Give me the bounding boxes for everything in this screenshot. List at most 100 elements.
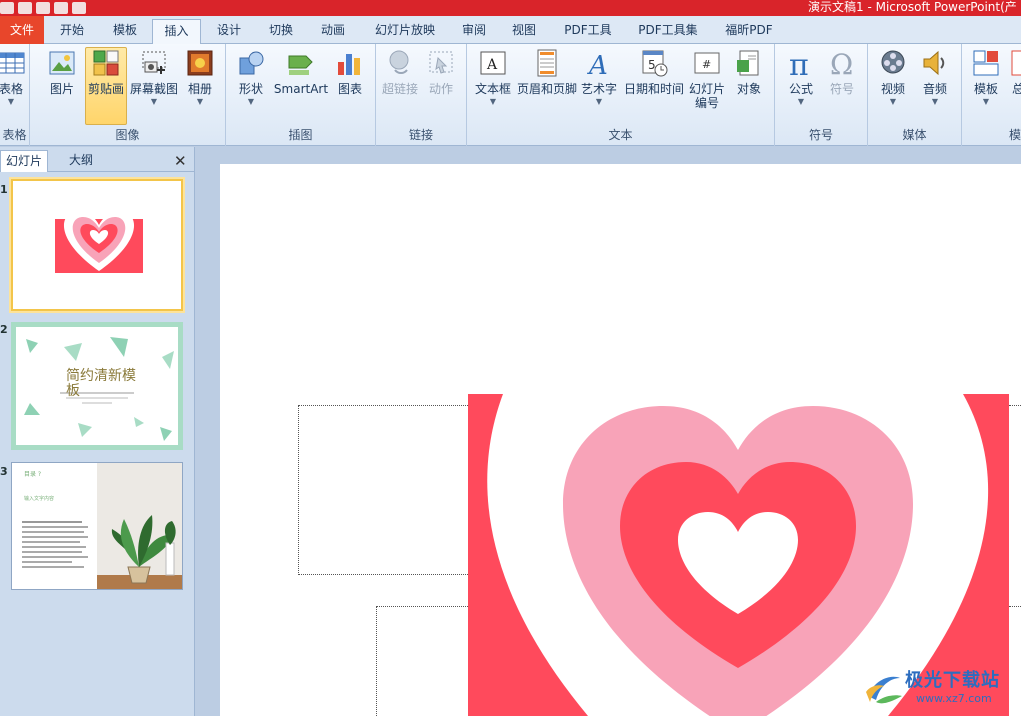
chevron-down-icon: ▼ [595, 97, 603, 106]
chevron-down-icon: ▼ [150, 97, 158, 106]
textbox-button[interactable]: A 文本框 ▼ [473, 48, 513, 106]
overall-button[interactable]: 总 [1008, 48, 1021, 96]
plant-photo-image [22, 463, 182, 589]
header-footer-button[interactable]: 页眉和页脚 [515, 48, 579, 96]
tab-outline[interactable]: 大纲 [56, 150, 106, 172]
slide-thumbnail-3[interactable]: 目录 ? 输入文字内容 [11, 462, 183, 590]
quick-access-toolbar [0, 0, 90, 16]
overall-icon [1011, 50, 1021, 76]
heart-thumbnail-image [55, 211, 143, 273]
picture-icon [49, 51, 75, 75]
slide-number: 3 [0, 465, 8, 478]
tab-slides[interactable]: 幻灯片 [0, 150, 48, 172]
slides-panel: 幻灯片 大纲 ✕ 1 2 简约清新模 板 3 目录 ? 输入文字内容 [0, 147, 195, 716]
speaker-icon [923, 50, 945, 76]
svg-text:A: A [587, 51, 608, 78]
tab-review[interactable]: 审阅 [452, 19, 496, 44]
chevron-down-icon: ▼ [7, 97, 15, 106]
tab-view[interactable]: 视图 [502, 19, 546, 44]
tab-transitions[interactable]: 切换 [259, 19, 303, 44]
slide-number-button[interactable]: # 幻灯片 编号 [687, 48, 727, 110]
group-text: A 文本框 ▼ 页眉和页脚 A 艺术字 ▼ 5 日期和时间 # 幻灯片 编号 对… [467, 44, 775, 146]
album-button[interactable]: 相册 ▼ [182, 48, 218, 106]
undo-icon[interactable] [36, 2, 50, 14]
chevron-down-icon: ▼ [489, 97, 497, 106]
tab-foxit-pdf[interactable]: 福昕PDF [716, 19, 782, 44]
tab-slideshow[interactable]: 幻灯片放映 [366, 19, 444, 44]
tab-file[interactable]: 文件 [0, 16, 44, 44]
placeholder-border-right [1009, 405, 1021, 406]
group-label-template: 模 [1008, 128, 1021, 142]
chevron-down-icon: ▼ [797, 97, 805, 106]
slide-thumbnail-2[interactable]: 简约清新模 板 [11, 322, 183, 450]
action-button[interactable]: 动作 [424, 48, 458, 96]
equation-button[interactable]: π 公式 ▼ [781, 48, 821, 106]
chevron-down-icon: ▼ [247, 97, 255, 106]
tab-animations[interactable]: 动画 [311, 19, 355, 44]
svg-text:Ω: Ω [830, 48, 853, 78]
group-media: 视频 ▼ 音频 ▼ 媒体 [868, 44, 962, 146]
save-icon[interactable] [18, 2, 32, 14]
group-label-illustrations: 插图 [288, 128, 313, 142]
screenshot-button[interactable]: 屏幕截图 ▼ [128, 48, 180, 106]
group-table: 表格 ▼ 表格 [0, 44, 30, 146]
group-label-symbols: 符号 [808, 128, 833, 142]
group-symbols: π 公式 ▼ Ω 符号 符号 [775, 44, 868, 146]
slide-number-icon: # [694, 52, 720, 74]
group-images: 图片 剪贴画 屏幕截图 ▼ 相册 ▼ 图像 [30, 44, 226, 146]
svg-text:#: # [702, 58, 711, 71]
chevron-down-icon: ▼ [889, 97, 897, 106]
group-label-images: 图像 [115, 128, 140, 142]
ribbon-tabs: 文件 开始 模板 插入 设计 切换 动画 幻灯片放映 审阅 视图 PDF工具 P… [0, 16, 1021, 45]
tab-home[interactable]: 开始 [50, 19, 94, 44]
textbox-icon: A [480, 51, 506, 75]
app-icon[interactable] [0, 2, 14, 14]
watermark-text: 极光下载站 [905, 670, 1000, 691]
object-button[interactable]: 对象 [729, 48, 769, 96]
globe-link-icon [389, 50, 409, 74]
film-reel-icon [881, 50, 905, 74]
slide2-title: 简约清新模 板 [66, 368, 136, 399]
placeholder-border-right [1009, 606, 1021, 607]
close-icon[interactable]: ✕ [174, 152, 187, 170]
picture-button[interactable]: 图片 [44, 48, 80, 96]
tab-template[interactable]: 模板 [103, 19, 147, 44]
title-bar: 演示文稿1 - Microsoft PowerPoint(产 [0, 0, 1021, 16]
redo-icon[interactable] [54, 2, 68, 14]
group-links: 超链接 动作 链接 [376, 44, 467, 146]
shapes-button[interactable]: 形状 ▼ [234, 48, 268, 106]
slide-thumbnail-1[interactable] [11, 179, 183, 311]
clipart-button[interactable]: 剪贴画 [85, 47, 127, 125]
group-label-text: 文本 [608, 128, 633, 142]
subtitle-placeholder[interactable] [376, 606, 470, 716]
panel-splitter[interactable] [196, 147, 220, 716]
svg-text:A: A [486, 57, 498, 73]
calendar-clock-icon: 5 [642, 50, 668, 77]
smartart-icon [288, 55, 313, 75]
watermark-logo-icon [866, 676, 902, 704]
tab-design[interactable]: 设计 [207, 19, 251, 44]
chart-button[interactable]: 图表 [332, 48, 368, 96]
smartart-button[interactable]: SmartArt [272, 48, 330, 96]
video-button[interactable]: 视频 ▼ [874, 48, 912, 106]
table-button[interactable]: 表格 ▼ [0, 48, 28, 106]
audio-button[interactable]: 音频 ▼ [916, 48, 954, 106]
slide-number: 2 [0, 323, 8, 336]
tab-insert[interactable]: 插入 [152, 19, 201, 45]
template-button[interactable]: 模板 ▼ [968, 48, 1004, 106]
title-placeholder[interactable] [298, 405, 470, 575]
datetime-button[interactable]: 5 日期和时间 [621, 48, 687, 96]
album-icon [187, 50, 213, 76]
svg-text:π: π [789, 48, 809, 78]
tab-pdf-toolset[interactable]: PDF工具集 [632, 19, 704, 44]
svg-text:5: 5 [648, 58, 656, 72]
wordart-button[interactable]: A 艺术字 ▼ [579, 48, 619, 106]
watermark-url: www.xz7.com [916, 692, 992, 705]
group-label-links: 链接 [408, 128, 433, 142]
tab-pdf-tools[interactable]: PDF工具 [556, 19, 620, 44]
hyperlink-button[interactable]: 超链接 [380, 48, 420, 96]
symbol-button[interactable]: Ω 符号 [823, 48, 861, 96]
wordart-icon: A [587, 51, 608, 78]
group-template: 模板 ▼ 总 模 [962, 44, 1021, 146]
customize-qat-icon[interactable] [72, 2, 86, 14]
